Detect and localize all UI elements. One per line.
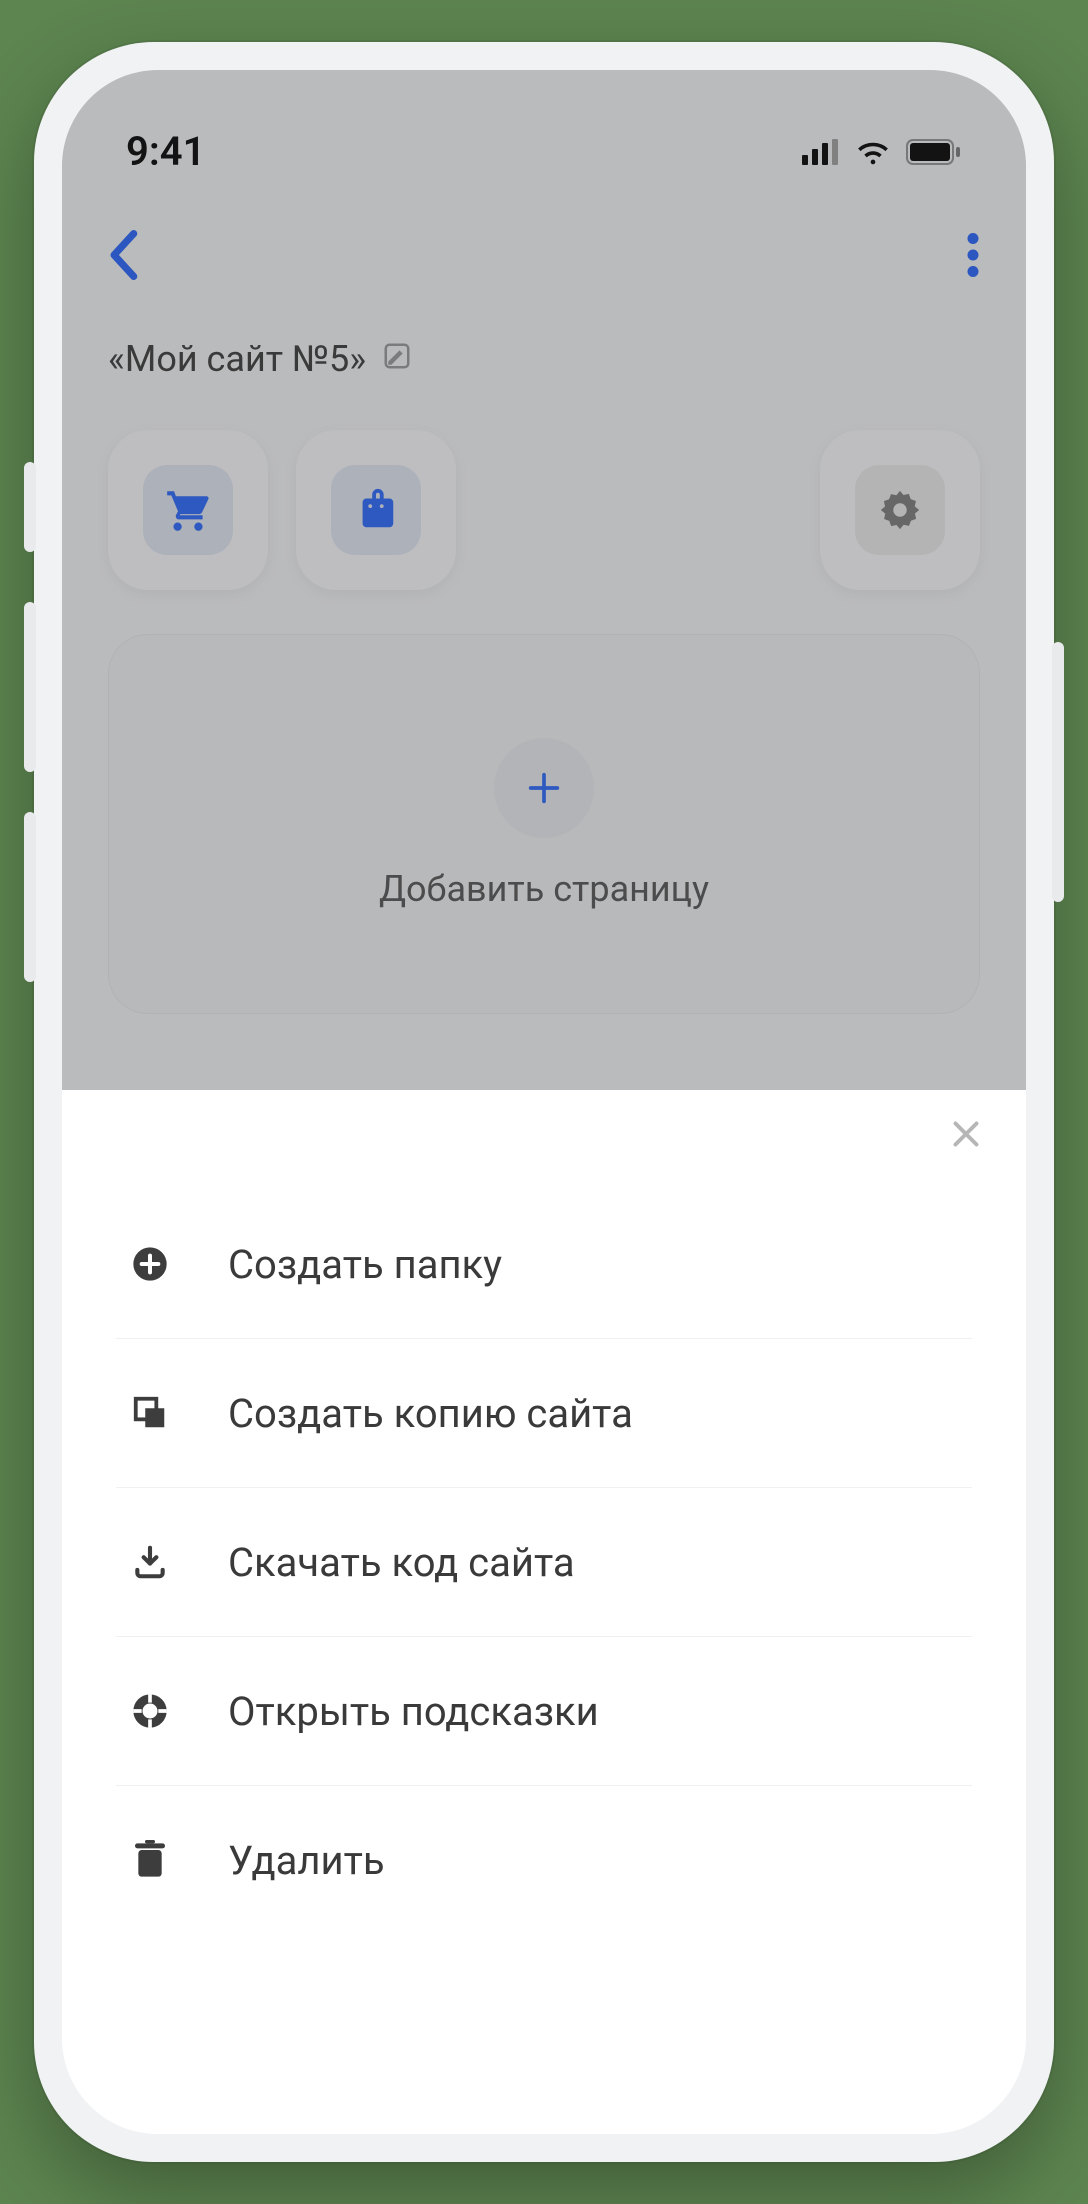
sheet-menu: Создать папку Создать копию сайта Скачат… (116, 1190, 972, 1934)
card-catalog[interactable] (296, 430, 456, 590)
menu-item-create-folder[interactable]: Создать папку (116, 1190, 972, 1339)
menu-label: Создать папку (228, 1241, 502, 1288)
page-title: «Мой сайт №5» (108, 338, 366, 380)
menu-label: Открыть подсказки (228, 1688, 599, 1735)
plus-circle-icon (126, 1240, 174, 1288)
copy-icon (126, 1389, 174, 1437)
menu-label: Удалить (228, 1837, 385, 1884)
device-frame: 9:41 (34, 42, 1054, 2162)
trash-icon (126, 1836, 174, 1884)
menu-item-download-code[interactable]: Скачать код сайта (116, 1488, 972, 1637)
menu-item-copy-site[interactable]: Создать копию сайта (116, 1339, 972, 1488)
gear-icon (855, 465, 945, 555)
device-side-button (24, 462, 36, 552)
status-time: 9:41 (126, 128, 205, 175)
menu-label: Скачать код сайта (228, 1539, 575, 1586)
status-bar: 9:41 (62, 70, 1026, 190)
close-button[interactable] (948, 1110, 984, 1164)
card-shop[interactable] (108, 430, 268, 590)
page-title-row: «Мой сайт №5» (62, 304, 1026, 390)
device-side-button (1052, 642, 1064, 902)
menu-item-open-tips[interactable]: Открыть подсказки (116, 1637, 972, 1786)
back-button[interactable] (108, 230, 138, 284)
battery-icon (906, 128, 962, 175)
more-button[interactable] (966, 233, 980, 281)
add-page-panel[interactable]: Добавить страницу (108, 634, 980, 1014)
download-icon (126, 1538, 174, 1586)
action-sheet: Создать папку Создать копию сайта Скачат… (62, 1090, 1026, 2134)
card-settings[interactable] (820, 430, 980, 590)
cards-row (62, 390, 1026, 590)
menu-label: Создать копию сайта (228, 1390, 633, 1437)
cellular-icon (802, 128, 840, 175)
edit-icon[interactable] (382, 338, 412, 380)
device-side-button (24, 812, 36, 982)
wifi-icon (854, 128, 892, 175)
plus-icon (494, 738, 594, 838)
status-icons (802, 128, 962, 175)
lifebuoy-icon (126, 1687, 174, 1735)
add-page-label: Добавить страницу (379, 868, 709, 910)
screen: 9:41 (62, 70, 1026, 2134)
nav-bar (62, 190, 1026, 304)
bag-icon (331, 465, 421, 555)
cart-icon (143, 465, 233, 555)
device-side-button (24, 602, 36, 772)
menu-item-delete[interactable]: Удалить (116, 1786, 972, 1934)
